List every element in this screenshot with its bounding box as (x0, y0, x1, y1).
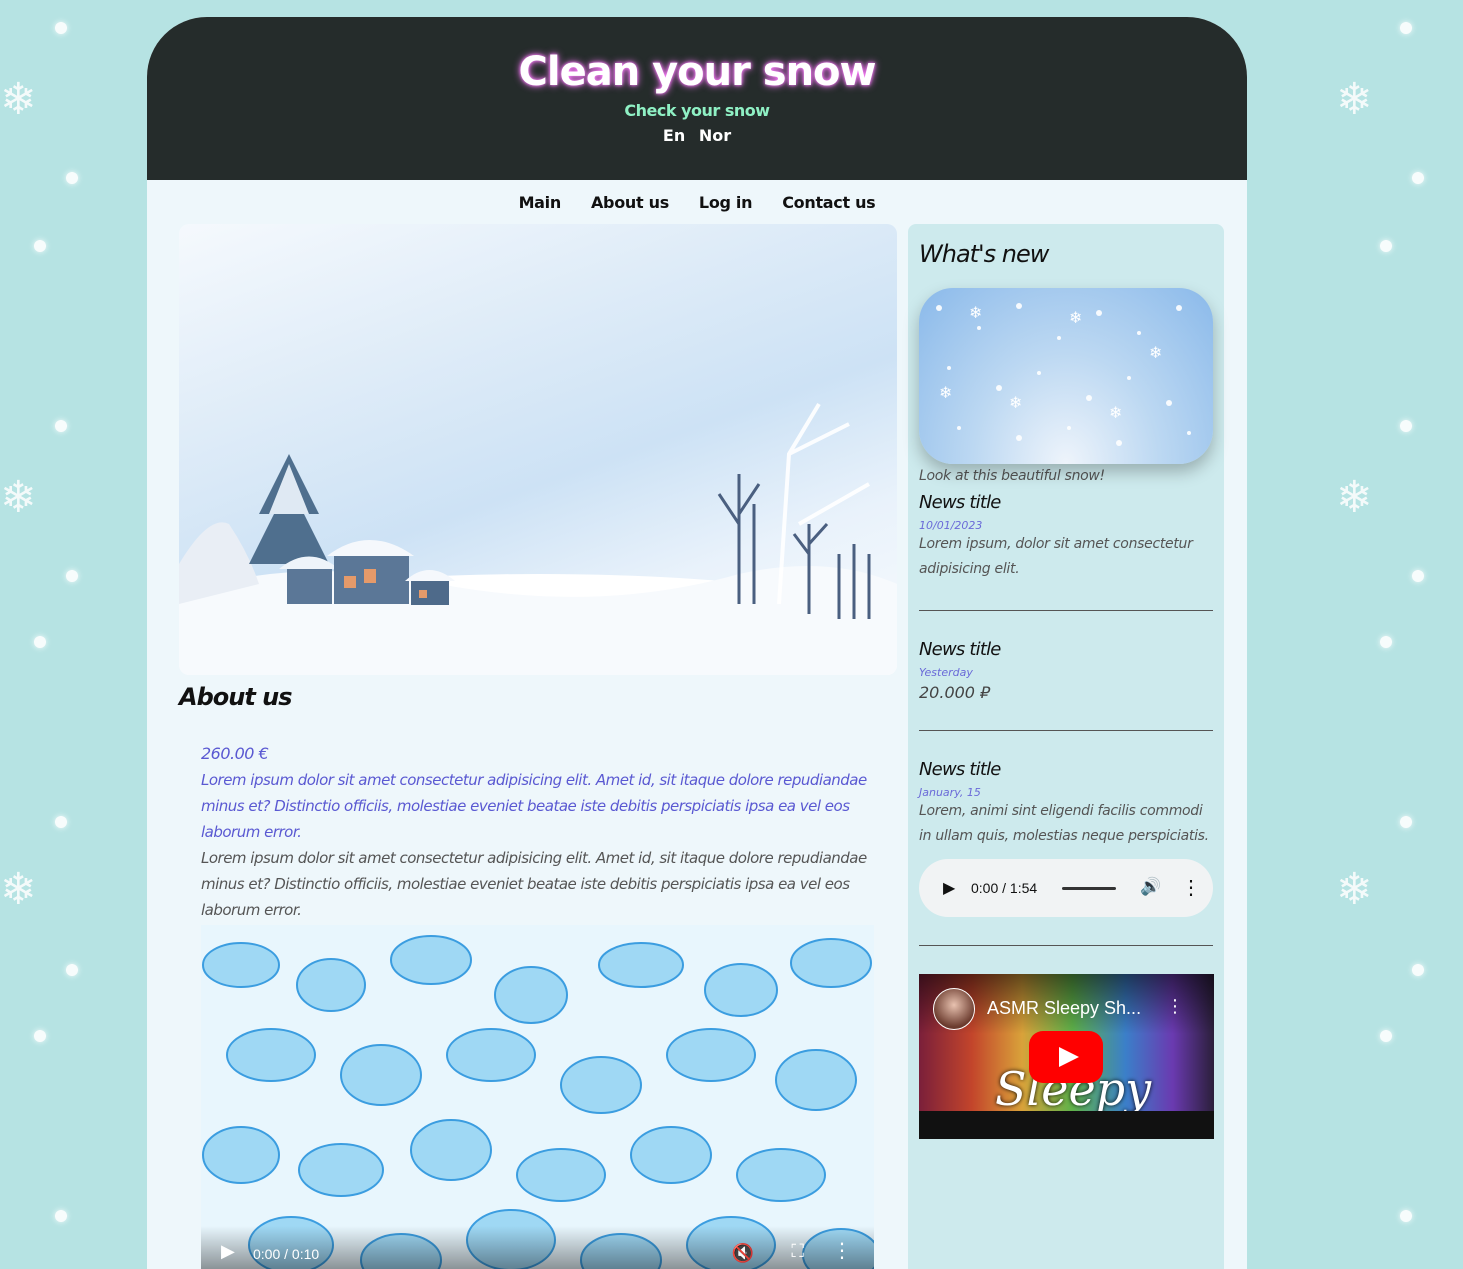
language-switcher: En Nor (147, 126, 1247, 145)
about-us-heading: About us (179, 683, 293, 711)
news-price: 20.000 ₽ (919, 683, 991, 702)
channel-avatar[interactable] (933, 988, 975, 1030)
snow-dot (34, 1030, 46, 1042)
snow-dot (1380, 636, 1392, 648)
youtube-video-title[interactable]: ASMR Sleepy Sh... (987, 998, 1141, 1019)
snow-dot (34, 240, 46, 252)
snow-dot (1380, 1030, 1392, 1042)
snowflake-icon: ❄ (1336, 472, 1373, 523)
volume-icon[interactable]: 🔊 (1140, 877, 1161, 897)
video-controls: ▶ 0:00 / 0:10 🔇 ⛶ ⋮ (201, 1226, 874, 1269)
snow-dot (1400, 420, 1412, 432)
news-title: News title (919, 492, 1001, 513)
snowflake-icon: ❄ (1336, 74, 1373, 125)
snow-image: ❄ ❄ ❄ ❄ ❄ ❄ (919, 288, 1213, 464)
news-date: January, 15 (919, 786, 981, 799)
snow-dot (55, 816, 67, 828)
snow-image-caption: Look at this beautiful snow! (919, 468, 1105, 484)
news-item: News title 10/01/2023 Lorem ipsum, dolor… (919, 492, 1213, 611)
snowflakes-illustration: ❄ ❄ ❄ ❄ ❄ ❄ (936, 303, 1191, 446)
more-options-icon[interactable]: ⋮ (1166, 996, 1184, 1017)
nav-item-about-us[interactable]: About us (591, 193, 669, 212)
cats-pattern-thumbnail (201, 925, 874, 1269)
nav-item-log-in[interactable]: Log in (699, 193, 753, 212)
page-container: Clean your snow Check your snow En Nor M… (147, 17, 1247, 1269)
play-icon[interactable]: ▶ (221, 1241, 235, 1262)
svg-text:❄: ❄ (1009, 393, 1022, 412)
price-label: 260.00 € (201, 744, 269, 763)
snow-dot (1400, 816, 1412, 828)
whats-new-sidebar: What's new ❄ ❄ ❄ ❄ ❄ ❄ Look at this beautifu… (908, 224, 1224, 1269)
news-title: News title (919, 639, 1001, 660)
site-title: Clean your snow (518, 49, 877, 95)
snow-dot (1400, 22, 1412, 34)
snow-dot (55, 22, 67, 34)
snow-dot (1412, 172, 1424, 184)
play-icon[interactable]: ▶ (943, 878, 955, 898)
video-time: 0:00 / 0:10 (253, 1246, 320, 1262)
video-player[interactable]: ▶ 0:00 / 0:10 🔇 ⛶ ⋮ (201, 925, 874, 1269)
mute-icon[interactable]: 🔇 (732, 1243, 754, 1264)
youtube-play-icon[interactable] (1029, 1031, 1103, 1083)
news-date: 10/01/2023 (919, 519, 983, 532)
snow-dot (66, 964, 78, 976)
snowflake-icon: ❄ (0, 74, 37, 125)
youtube-bottom-strip (919, 1111, 1214, 1139)
snow-dot (55, 420, 67, 432)
about-paragraph-grey: Lorem ipsum dolor sit amet consectetur a… (201, 849, 867, 919)
svg-text:❄: ❄ (1109, 403, 1122, 422)
snowflake-icon: ❄ (0, 472, 37, 523)
language-nor-link[interactable]: Nor (699, 126, 731, 145)
news-item: News title Yesterday 20.000 ₽ (919, 639, 1213, 731)
snow-dot (66, 172, 78, 184)
about-us-body: 260.00 € Lorem ipsum dolor sit amet cons… (179, 741, 897, 923)
audio-player[interactable]: ▶ 0:00 / 1:54 🔊 ⋮ (919, 859, 1213, 917)
snow-dot (34, 636, 46, 648)
svg-text:❄: ❄ (1149, 343, 1162, 362)
more-options-icon[interactable]: ⋮ (1181, 875, 1201, 900)
whats-new-heading: What's new (919, 240, 1049, 268)
svg-text:❄: ❄ (1069, 308, 1082, 327)
main-nav: Main About us Log in Contact us (147, 180, 1247, 224)
news-title: News title (919, 759, 1001, 780)
site-subtitle: Check your snow (624, 101, 770, 120)
snowflake-icon: ❄ (0, 864, 37, 915)
snow-dot (55, 1210, 67, 1222)
winter-scene-illustration (179, 402, 897, 675)
news-text: Lorem, animi sint eligendi facilis commo… (919, 803, 1209, 844)
about-paragraph-blue: Lorem ipsum dolor sit amet consectetur a… (201, 771, 867, 841)
snow-dot (66, 570, 78, 582)
svg-text:❄: ❄ (969, 303, 982, 322)
audio-progress-bar[interactable] (1062, 887, 1116, 890)
fullscreen-icon[interactable]: ⛶ (791, 1241, 804, 1262)
news-item: News title January, 15 Lorem, animi sint… (919, 759, 1213, 946)
svg-text:❄: ❄ (939, 383, 952, 402)
nav-item-main[interactable]: Main (519, 193, 562, 212)
nav-item-contact-us[interactable]: Contact us (782, 193, 876, 212)
snow-dot (1380, 240, 1392, 252)
snowflake-icon: ❄ (1336, 864, 1373, 915)
news-text: Lorem ipsum, dolor sit amet consectetur … (919, 536, 1193, 577)
site-header: Clean your snow Check your snow En Nor (147, 17, 1247, 180)
youtube-embed[interactable]: Sleepy ASMR Sleepy Sh... ⋮ (919, 974, 1214, 1139)
language-en-link[interactable]: En (663, 126, 685, 145)
snow-dot (1412, 570, 1424, 582)
news-date: Yesterday (919, 666, 973, 679)
more-options-icon[interactable]: ⋮ (832, 1238, 852, 1262)
winter-landscape-image (179, 224, 897, 675)
snow-dot (1400, 1210, 1412, 1222)
main-content: About us 260.00 € Lorem ipsum dolor sit … (179, 224, 897, 1269)
snow-dot (1412, 964, 1424, 976)
audio-time: 0:00 / 1:54 (971, 880, 1038, 896)
